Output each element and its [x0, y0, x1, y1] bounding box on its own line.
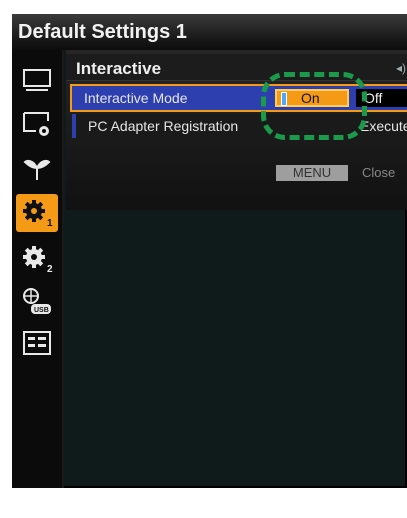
- sidebar-item-display[interactable]: [20, 64, 54, 98]
- gear-badge-2: 2: [47, 264, 53, 274]
- display-settings-icon: [23, 112, 49, 136]
- sidebar-item-default-settings-1[interactable]: 1: [16, 194, 58, 232]
- panel-footer: MENU Close: [66, 162, 407, 182]
- settings-window: Default Settings 1 1 2 USB Interactive ◂…: [12, 14, 407, 488]
- sidebar-item-default-settings-2[interactable]: 2: [20, 242, 54, 276]
- setting-label: Interactive Mode: [84, 90, 188, 106]
- menu-key-button[interactable]: MENU: [276, 165, 348, 181]
- window-title: Default Settings 1: [12, 14, 407, 50]
- scroll-left-icon[interactable]: ◂): [396, 61, 406, 75]
- usb-badge: USB: [34, 307, 49, 314]
- leaf-icon: [23, 159, 51, 180]
- gear-2-icon: 2: [23, 246, 53, 274]
- display-icon: [23, 69, 51, 91]
- info-list-icon: [23, 331, 51, 355]
- close-label: Close: [362, 165, 396, 180]
- highlight-callout: [261, 72, 367, 140]
- sidebar-item-network-usb[interactable]: USB: [20, 284, 54, 318]
- gear-1-icon: 1: [23, 200, 53, 228]
- execute-button[interactable]: Execute: [360, 118, 407, 134]
- panel-title: Interactive: [76, 59, 162, 78]
- sidebar-item-display-settings[interactable]: [20, 108, 54, 142]
- sidebar-item-info[interactable]: [20, 326, 54, 360]
- sidebar-item-eco[interactable]: [20, 152, 54, 186]
- setting-label: PC Adapter Registration: [88, 118, 239, 134]
- sidebar: 1 2 USB: [12, 50, 64, 488]
- gear-badge-1: 1: [47, 218, 53, 228]
- network-usb-icon: USB: [23, 288, 51, 314]
